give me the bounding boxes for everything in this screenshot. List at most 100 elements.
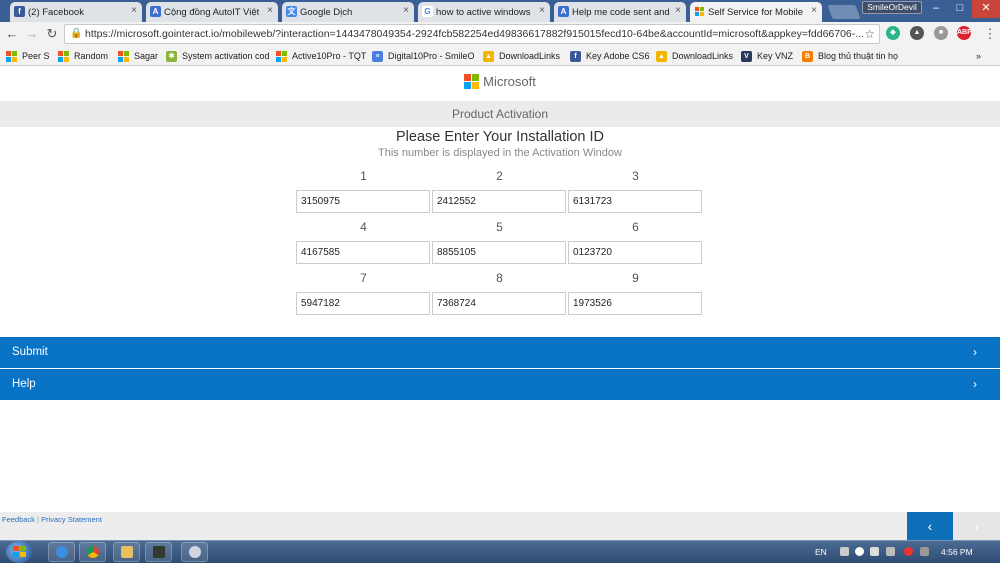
new-tab-button[interactable] xyxy=(827,5,861,19)
close-tab-icon[interactable]: × xyxy=(539,5,545,16)
microsoft-icon xyxy=(694,6,705,17)
installation-id-grid: 1 3150975 2 2412552 3 6131723 4 4167585 5 8855105… xyxy=(296,166,704,322)
language-indicator[interactable]: EN xyxy=(815,541,827,563)
shield-extension-icon[interactable]: ◆ xyxy=(886,26,900,40)
chrome-menu-icon[interactable]: ⋮ xyxy=(982,26,998,42)
close-tab-icon[interactable]: × xyxy=(403,5,409,16)
start-button[interactable] xyxy=(6,541,32,563)
google-drive-icon: ▲ xyxy=(483,50,494,62)
microsoft-brand: Microsoft xyxy=(0,70,1000,92)
browser-tab[interactable]: A Help me code sent and × xyxy=(554,2,686,22)
reload-icon[interactable]: ↻ xyxy=(44,26,60,42)
bookmark-star-icon[interactable]: ☆ xyxy=(864,25,875,43)
cloud-icon[interactable] xyxy=(855,547,864,556)
forward-arrow-icon[interactable]: → xyxy=(24,26,40,42)
group-number: 1 xyxy=(360,169,367,183)
taskbar-autoit-app[interactable] xyxy=(181,542,208,562)
bookmark-item[interactable]: V Key VNZ xyxy=(741,49,799,63)
close-tab-icon[interactable]: × xyxy=(267,5,273,16)
installation-id-field[interactable]: 4167585 xyxy=(296,241,430,264)
installation-id-group: 9 1973526 xyxy=(568,268,703,315)
bookmark-label: Sagar xyxy=(134,51,159,61)
installation-id-field[interactable]: 1973526 xyxy=(568,292,702,315)
help-button[interactable]: Help › xyxy=(0,369,1000,400)
facebook-icon: f xyxy=(570,50,581,62)
page-subheading: This number is displayed in the Activati… xyxy=(378,147,622,159)
installation-id-field[interactable]: 5947182 xyxy=(296,292,430,315)
autoit-icon xyxy=(188,546,201,558)
bookmark-item[interactable]: ▲ DownloadLinks xyxy=(483,49,565,63)
address-bar[interactable]: 🔒 https://microsoft.gointeract.io/mobile… xyxy=(64,24,880,44)
taskbar-chrome-app[interactable] xyxy=(79,542,106,562)
artifact-extension-icon[interactable]: ▲ xyxy=(910,26,924,40)
submit-button[interactable]: Submit › xyxy=(0,337,1000,368)
profile-button[interactable]: SmileOrDevil xyxy=(862,1,922,14)
bookmark-item[interactable]: Random xyxy=(58,49,114,63)
group-number: 3 xyxy=(632,169,639,183)
minimize-icon[interactable]: – xyxy=(924,0,948,18)
android-icon: ✱ xyxy=(166,50,177,62)
bookmark-item[interactable]: Active10Pro - TQT xyxy=(276,49,368,63)
group-number: 9 xyxy=(632,271,639,285)
more-bookmarks-button[interactable]: » xyxy=(976,49,981,63)
bookmark-item[interactable]: ▲ DownloadLinks xyxy=(656,49,738,63)
bookmark-item[interactable]: Peer S xyxy=(6,49,54,63)
installation-id-field[interactable]: 2412552 xyxy=(432,190,566,213)
network-icon[interactable] xyxy=(886,547,895,556)
bookmark-item[interactable]: f Key Adobe CS6 xyxy=(570,49,652,63)
arrow-up-icon[interactable] xyxy=(840,547,849,556)
bookmark-item[interactable]: ≡ Digital10Pro - SmileO xyxy=(372,49,478,63)
installation-id-group: 4 4167585 xyxy=(296,217,431,264)
puzzle-extension-icon[interactable]: ■ xyxy=(934,26,948,40)
browser-toolbar: ← → ↻ 🔒 https://microsoft.gointeract.io/… xyxy=(0,22,1000,46)
bookmark-label: DownloadLinks xyxy=(672,51,734,61)
next-page-button[interactable]: › xyxy=(953,512,1000,540)
bookmark-item[interactable]: Sagar xyxy=(118,49,164,63)
page-footer xyxy=(0,512,1000,540)
clock[interactable]: 4:56 PM xyxy=(941,541,973,563)
adblock-plus-icon[interactable]: ABP xyxy=(957,26,972,40)
bookmark-item[interactable]: ✱ System activation cod xyxy=(166,49,272,63)
tab-label: how to active windows xyxy=(436,6,531,18)
browser-tab[interactable]: f (2) Facebook × xyxy=(10,2,142,22)
google-translate-icon: 文 xyxy=(286,6,297,17)
installation-id-field[interactable]: 6131723 xyxy=(568,190,702,213)
privacy-statement-link[interactable]: Privacy Statement xyxy=(41,515,102,524)
installation-id-field[interactable]: 0123720 xyxy=(568,241,702,264)
previous-page-button[interactable]: ‹ xyxy=(907,512,953,540)
vnz-icon: V xyxy=(741,50,752,62)
bookmark-item[interactable]: B Blog thủ thuật tin họ xyxy=(802,49,908,63)
blogger-icon: B xyxy=(802,50,813,62)
browser-tab[interactable]: 文 Google Dịch × xyxy=(282,2,414,22)
windows-taskbar: EN 4:56 PM xyxy=(0,540,1000,563)
maximize-icon[interactable]: □ xyxy=(948,0,972,18)
taskbar-explorer-app[interactable] xyxy=(113,542,140,562)
facebook-icon: f xyxy=(14,6,25,17)
tab-label: Help me code sent and xyxy=(572,6,670,18)
chrome-icon xyxy=(86,546,99,558)
battery-icon[interactable] xyxy=(870,547,879,556)
group-number: 6 xyxy=(632,220,639,234)
bookmark-label: DownloadLinks xyxy=(499,51,561,61)
taskbar-messenger-app[interactable] xyxy=(48,542,75,562)
taskbar-console-app[interactable] xyxy=(145,542,172,562)
bookmark-label: Blog thủ thuật tin họ xyxy=(818,51,899,61)
browser-tab[interactable]: A Cộng đồng AutoIT Việt × xyxy=(146,2,278,22)
close-window-icon[interactable]: ✕ xyxy=(972,0,1000,18)
autoit-icon: A xyxy=(150,6,161,17)
installation-id-field[interactable]: 7368724 xyxy=(432,292,566,315)
microsoft-logo-icon xyxy=(58,50,69,62)
close-tab-icon[interactable]: × xyxy=(131,5,137,16)
installation-id-field[interactable]: 8855105 xyxy=(432,241,566,264)
installation-id-field[interactable]: 3150975 xyxy=(296,190,430,213)
browser-tab[interactable]: Ghow to active windows × xyxy=(418,2,550,22)
feedback-link[interactable]: Feedback xyxy=(2,515,35,524)
back-arrow-icon[interactable]: ← xyxy=(4,26,20,42)
windows-flag-icon xyxy=(13,546,26,557)
chevron-left-icon: ‹ xyxy=(927,518,933,534)
close-tab-icon[interactable]: × xyxy=(811,5,817,16)
close-tab-icon[interactable]: × xyxy=(675,5,681,16)
notification-icon[interactable] xyxy=(920,547,929,556)
browser-tab[interactable]: Self Service for Mobile × xyxy=(690,2,822,22)
volume-icon[interactable] xyxy=(904,547,913,556)
